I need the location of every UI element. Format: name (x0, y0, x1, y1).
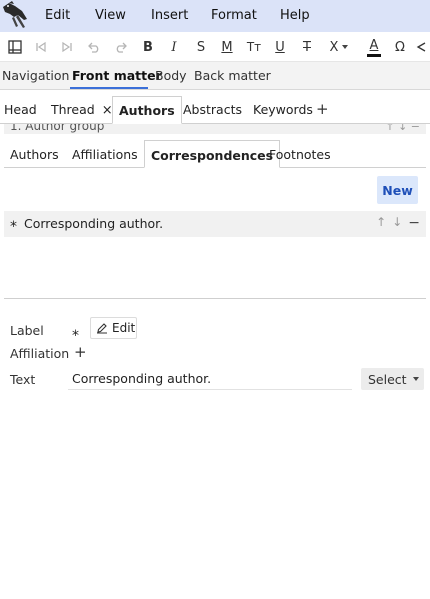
color-swatch (367, 53, 381, 57)
tab-affiliations[interactable]: Affiliations (72, 140, 138, 168)
close-icon[interactable]: × (102, 103, 113, 118)
group-row-actions: ↑ ↓ − (385, 124, 420, 133)
tab-abstracts[interactable]: Abstracts (183, 96, 242, 124)
tab-authors-list[interactable]: Authors (10, 140, 59, 168)
select-button[interactable]: Select (361, 368, 424, 390)
text-color-icon[interactable]: A (363, 37, 385, 57)
author-group-label: 1. Author group (10, 124, 105, 133)
label-value: * (72, 328, 79, 344)
author-group-tab-bar: Authors Affiliations Correspondences Foo… (4, 140, 426, 168)
select-label: Select (368, 371, 407, 387)
undo-icon[interactable] (83, 37, 105, 57)
arrow-up-icon[interactable]: ↑ (385, 124, 394, 133)
tab-back-matter[interactable]: Back matter (194, 68, 271, 83)
active-tab-indicator (70, 87, 148, 89)
italic-icon[interactable]: I (163, 37, 185, 57)
math-x-icon: X (329, 39, 339, 55)
menu-bar: Edit View Insert Format Help (0, 0, 430, 32)
toolbar: B I S M Tт U T X A Ω (0, 32, 430, 62)
special-characters-icon[interactable]: Ω (389, 37, 411, 57)
edit-label: Edit (112, 321, 136, 335)
next-icon[interactable] (56, 37, 78, 57)
toggle-sidebar-icon[interactable] (4, 37, 26, 57)
menu-format[interactable]: Format (211, 8, 257, 23)
menu-view[interactable]: View (95, 8, 126, 23)
tab-thread[interactable]: Thread × (51, 96, 113, 124)
tab-thread-label: Thread (51, 102, 95, 117)
divider (4, 298, 426, 299)
arrow-down-icon[interactable]: ↓ (398, 124, 407, 133)
correspondence-label: * (10, 219, 17, 235)
small-caps-icon[interactable]: Tт (243, 37, 265, 57)
author-group-row[interactable]: 1. Author group ↑ ↓ − (4, 124, 426, 134)
monospace-icon[interactable]: M (216, 37, 238, 57)
menu-edit[interactable]: Edit (45, 8, 70, 23)
tab-navigation[interactable]: Navigation (2, 68, 69, 83)
tab-footnotes[interactable]: Footnotes (269, 140, 331, 168)
new-correspondence-button[interactable]: New (377, 176, 418, 204)
add-tab-icon[interactable]: + (316, 100, 329, 118)
menu-help[interactable]: Help (280, 8, 310, 23)
text-input[interactable]: Corresponding author. (68, 369, 352, 390)
strikethrough-icon[interactable]: T (296, 37, 318, 57)
strong-s-icon[interactable]: S (190, 37, 212, 57)
menu-insert[interactable]: Insert (151, 8, 188, 23)
chevron-down-icon (342, 45, 349, 49)
underline-icon[interactable]: U (269, 37, 291, 57)
correspondence-text: Corresponding author. (24, 216, 164, 231)
pencil-icon (97, 323, 107, 334)
remove-icon[interactable]: − (408, 215, 420, 231)
tab-head[interactable]: Head (4, 96, 37, 124)
tab-keywords[interactable]: Keywords (253, 96, 313, 124)
front-matter-tab-bar: Head Thread × Authors Abstracts Keywords… (0, 96, 430, 124)
chevron-down-icon (412, 377, 419, 381)
redo-icon[interactable] (110, 37, 132, 57)
label-field-label: Label (10, 323, 44, 338)
bold-icon[interactable]: B (137, 37, 159, 57)
arrow-up-icon[interactable]: ↑ (376, 215, 386, 231)
row-actions: ↑ ↓ − (376, 215, 420, 231)
math-dropdown-icon[interactable]: X (324, 37, 354, 57)
text-field-label: Text (10, 372, 36, 387)
affiliation-field-label: Affiliation (10, 346, 70, 361)
tab-front-matter[interactable]: Front matter (72, 68, 162, 83)
text-color-a-icon: A (369, 37, 379, 53)
tab-correspondences[interactable]: Correspondences (144, 140, 281, 168)
bird-logo-icon (0, 0, 30, 32)
tab-body[interactable]: Body (155, 68, 187, 83)
tab-authors[interactable]: Authors (112, 96, 182, 124)
main-tab-bar: Navigation Front matter Body Back matter (0, 62, 430, 90)
more-icon[interactable] (415, 37, 430, 57)
arrow-down-icon[interactable]: ↓ (392, 215, 402, 231)
previous-icon[interactable] (30, 37, 52, 57)
edit-label-button[interactable]: Edit (90, 317, 137, 339)
add-affiliation-icon[interactable]: + (74, 343, 87, 361)
correspondence-row[interactable]: * Corresponding author. ↑ ↓ − (4, 211, 426, 237)
remove-icon[interactable]: − (411, 124, 420, 133)
